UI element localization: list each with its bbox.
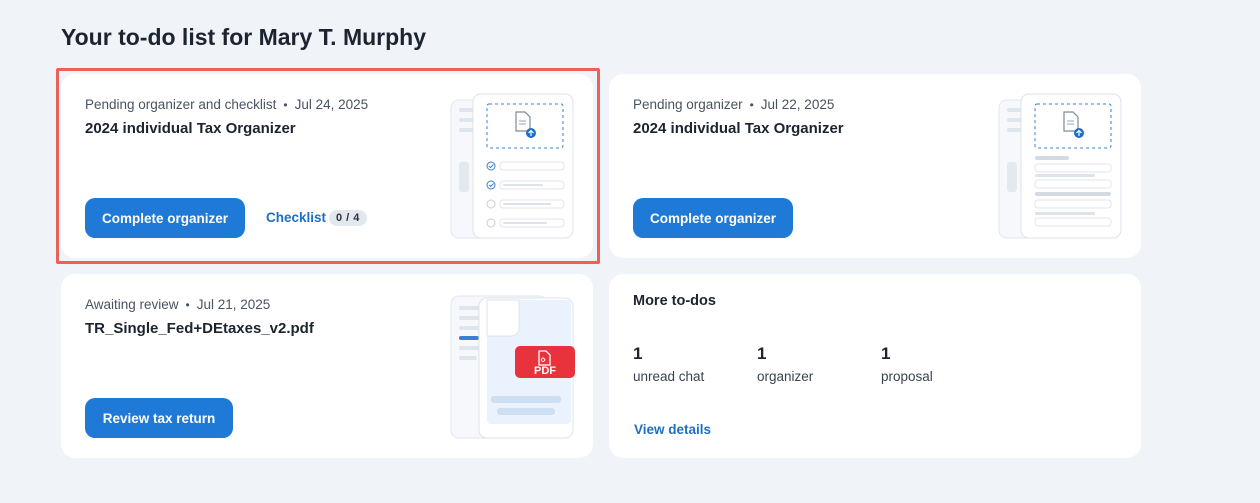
checklist-link[interactable]: Checklist — [266, 210, 326, 225]
page-title: Your to-do list for Mary T. Murphy — [61, 24, 427, 50]
review-tax-return-button[interactable]: Review tax return — [85, 398, 233, 438]
organizer-illustration — [998, 93, 1122, 239]
view-details-link[interactable]: View details — [634, 422, 711, 437]
date-text: Jul 22, 2025 — [760, 97, 835, 112]
complete-organizer-button[interactable]: Complete organizer — [85, 198, 245, 238]
card-meta: Pending organizer • Jul 22, 2025 — [633, 97, 834, 112]
proposal-label: proposal — [881, 369, 933, 384]
card-title: TR_Single_Fed+DEtaxes_v2.pdf — [85, 320, 314, 337]
more-todos-card: More to-dos 1 unread chat 1 organizer 1 … — [609, 274, 1141, 458]
card-meta: Pending organizer and checklist • Jul 24, … — [85, 97, 368, 112]
status-text: Pending organizer — [633, 97, 743, 112]
todo-card-organizer: Pending organizer • Jul 22, 2025 2024 indi… — [609, 74, 1141, 258]
separator-dot: • — [283, 98, 288, 112]
unread-chat-label: unread chat — [633, 369, 705, 384]
separator-dot: • — [749, 98, 754, 112]
organizer-count: 1 — [757, 344, 767, 363]
card-meta: Awaiting review • Jul 21, 2025 — [85, 297, 270, 312]
card-title: 2024 individual Tax Organizer — [633, 120, 844, 137]
proposal-count: 1 — [881, 344, 891, 363]
pdf-label: PDF — [534, 365, 556, 377]
date-text: Jul 24, 2025 — [294, 97, 369, 112]
pdf-document-illustration: PDF — [450, 295, 575, 439]
date-text: Jul 21, 2025 — [196, 297, 271, 312]
todo-card-organizer-checklist: Pending organizer and checklist • Jul 24, … — [61, 74, 593, 258]
organizer-label: organizer — [757, 369, 814, 384]
unread-chat-count: 1 — [633, 344, 643, 363]
more-todos-title: More to-dos — [633, 293, 716, 309]
status-text: Pending organizer and checklist — [85, 97, 277, 112]
card-title: 2024 individual Tax Organizer — [85, 120, 296, 137]
todo-card-review: Awaiting review • Jul 21, 2025 TR_Single_F… — [61, 274, 593, 458]
checklist-count-badge: 0 / 4 — [329, 210, 367, 226]
separator-dot: • — [185, 298, 190, 312]
status-text: Awaiting review — [85, 297, 179, 312]
organizer-checklist-illustration — [450, 93, 574, 239]
complete-organizer-button[interactable]: Complete organizer — [633, 198, 793, 238]
